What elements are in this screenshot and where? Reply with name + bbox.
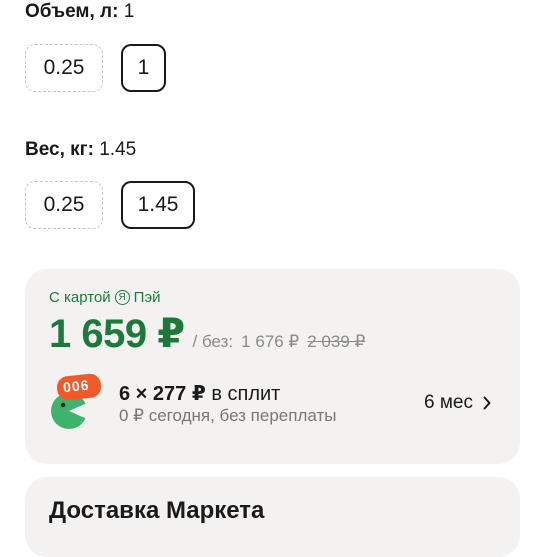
volume-value: 1 bbox=[123, 1, 135, 22]
price-card: С картой Я Пэй 1 659 ₽ / без: 1 676 ₽ 2 … bbox=[25, 269, 520, 464]
price-old: 2 039 ₽ bbox=[307, 332, 366, 351]
weight-option-label: 1.45 bbox=[137, 193, 179, 216]
weight-option-1-45[interactable]: 1.45 bbox=[121, 181, 195, 229]
split-amount: 6 × 277 ₽ bbox=[119, 383, 206, 405]
weight-value: 1.45 bbox=[99, 139, 137, 160]
split-icon: 006 bbox=[47, 373, 107, 433]
volume-option-label: 0.25 bbox=[43, 56, 85, 79]
yandex-logo-icon: Я bbox=[114, 290, 130, 305]
split-icon-badge: 006 bbox=[62, 376, 91, 396]
volume-label: Объем, л: bbox=[25, 1, 119, 22]
split-text: в сплит bbox=[211, 383, 281, 405]
split-subtitle: 0 ₽ сегодня, без переплаты bbox=[119, 406, 337, 425]
weight-label-row: Вес, кг: 1.45 bbox=[25, 139, 136, 161]
price-with-card: 1 659 ₽ bbox=[49, 312, 185, 356]
weight-option-0-25[interactable]: 0.25 bbox=[25, 181, 103, 229]
volume-label-row: Объем, л: 1 bbox=[25, 1, 134, 23]
split-row[interactable]: 006 6 × 277 ₽ в сплит 0 ₽ сегодня, без п… bbox=[25, 369, 520, 439]
weight-label: Вес, кг: bbox=[25, 139, 94, 160]
split-months[interactable]: 6 мес bbox=[424, 392, 491, 414]
delivery-card: Доставка Маркета bbox=[25, 477, 520, 557]
price-without-prefix: / без: bbox=[192, 332, 234, 351]
weight-option-label: 0.25 bbox=[43, 193, 85, 216]
split-months-label: 6 мес bbox=[424, 392, 473, 413]
volume-option-label: 1 bbox=[137, 56, 150, 79]
volume-option-0-25[interactable]: 0.25 bbox=[25, 44, 103, 92]
volume-option-1[interactable]: 1 bbox=[121, 44, 166, 92]
delivery-title: Доставка Маркета bbox=[49, 497, 265, 524]
split-title: 6 × 277 ₽ в сплит bbox=[119, 381, 280, 406]
pay-label-prefix: С картой bbox=[49, 289, 111, 306]
yandex-pay-label: С картой Я Пэй bbox=[49, 289, 161, 306]
pay-label-suffix: Пэй bbox=[133, 289, 161, 306]
price-row: 1 659 ₽ / без: 1 676 ₽ 2 039 ₽ bbox=[49, 311, 365, 357]
price-without-card: 1 676 ₽ bbox=[241, 332, 300, 351]
chevron-right-icon bbox=[483, 396, 491, 410]
